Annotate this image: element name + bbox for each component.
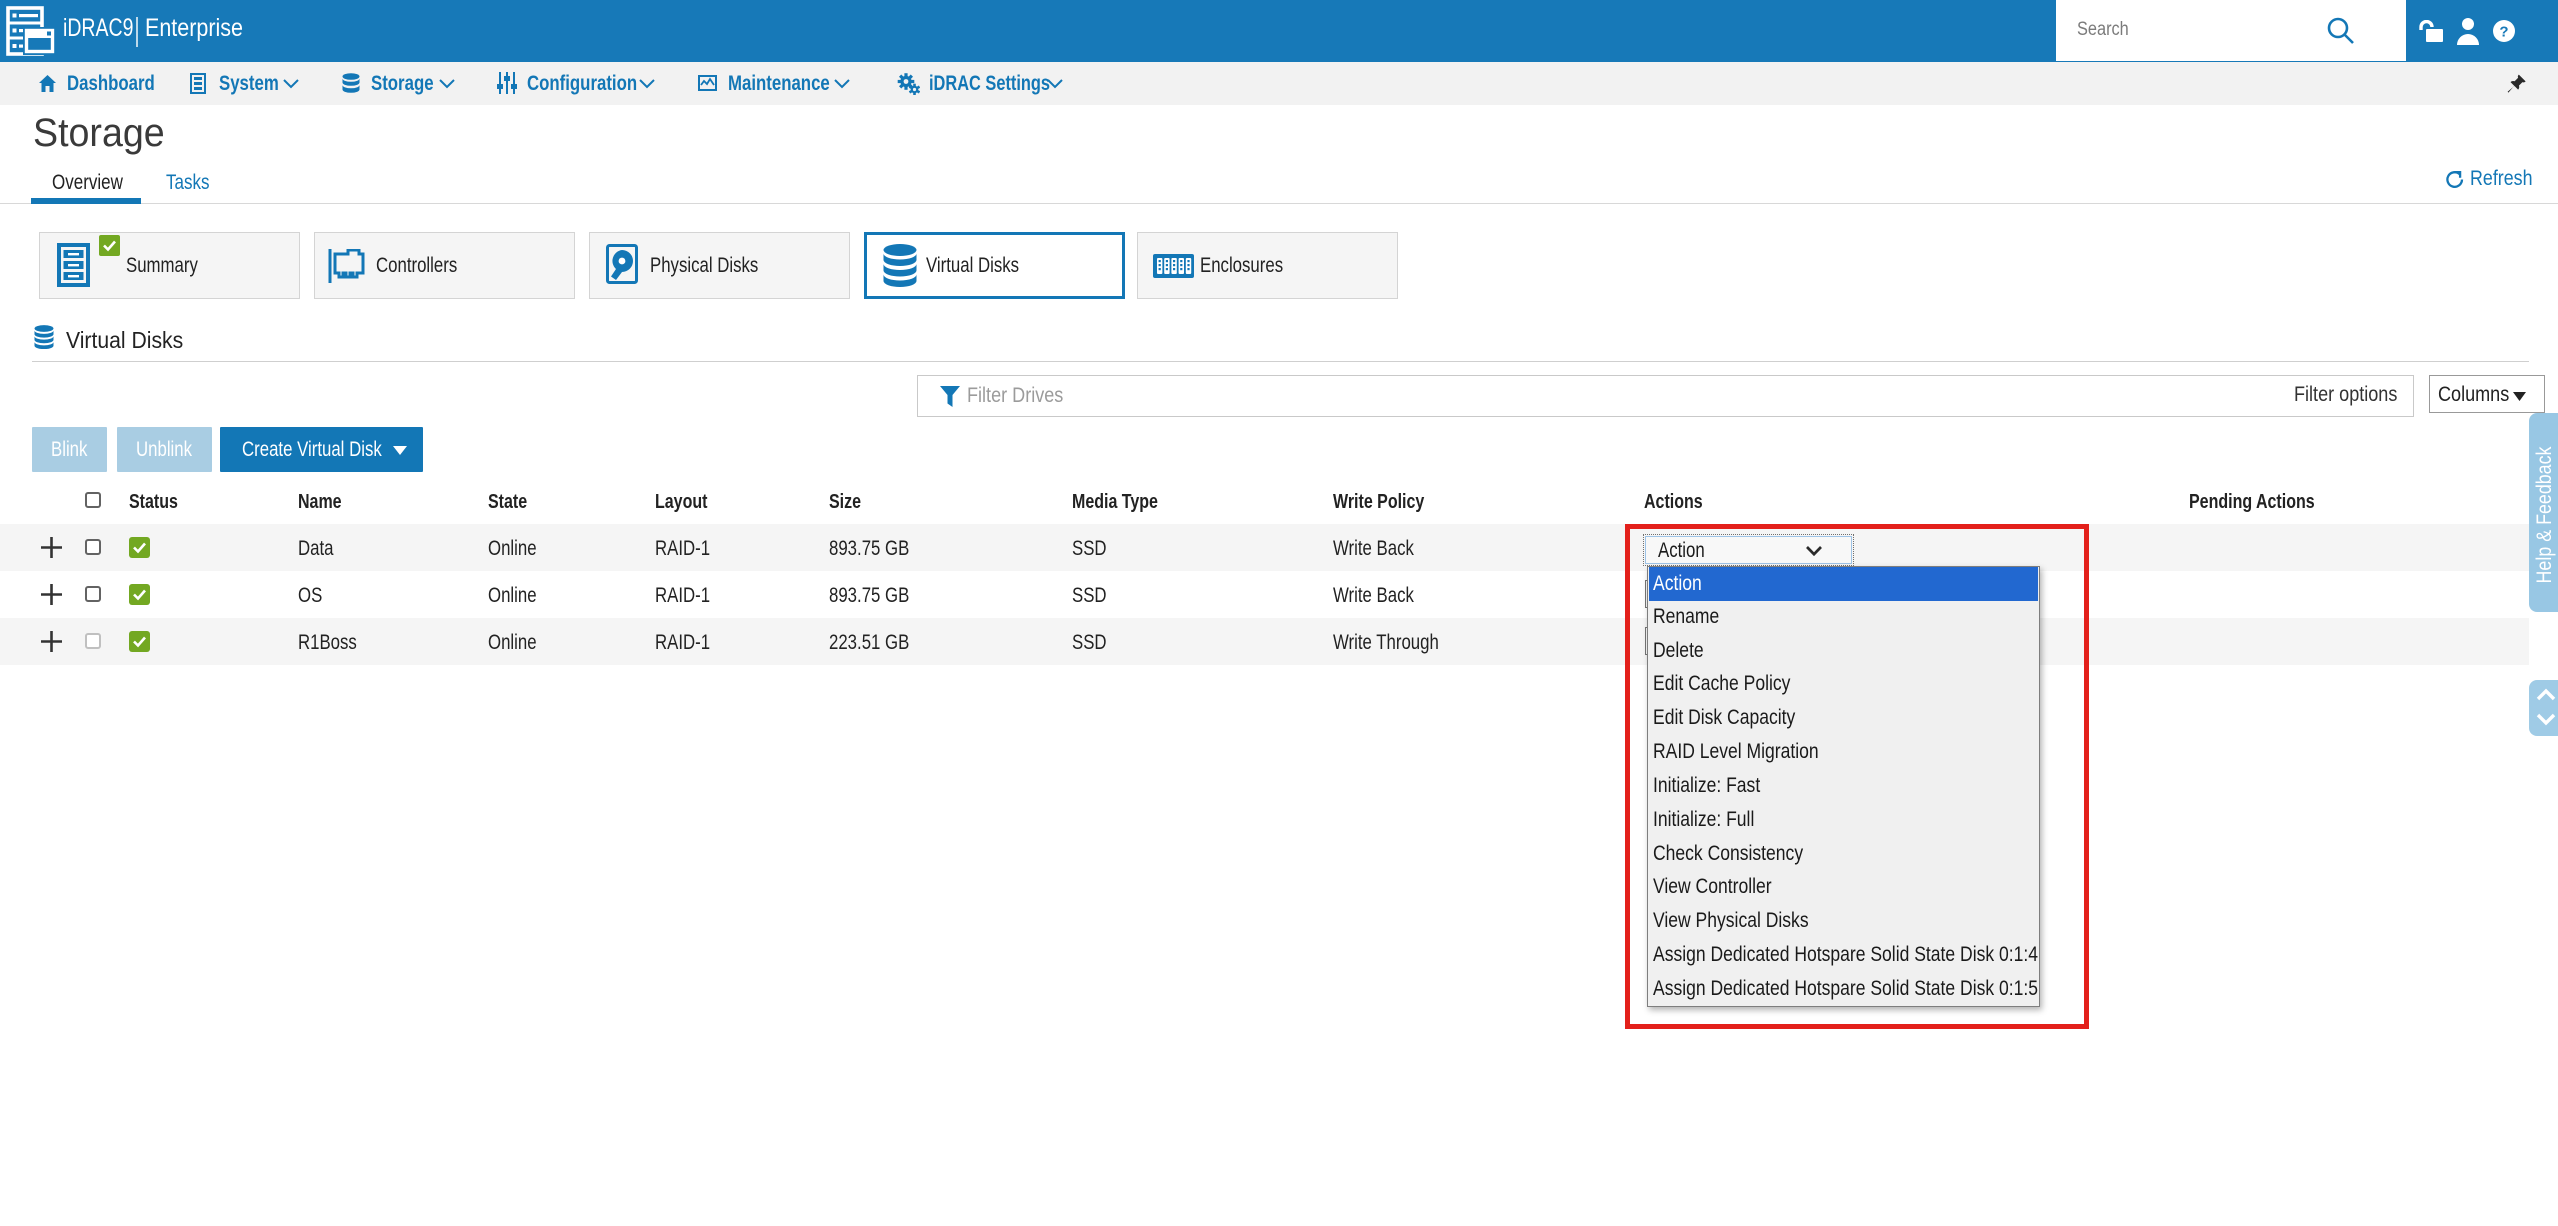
svg-text:?: ? — [2499, 24, 2508, 41]
